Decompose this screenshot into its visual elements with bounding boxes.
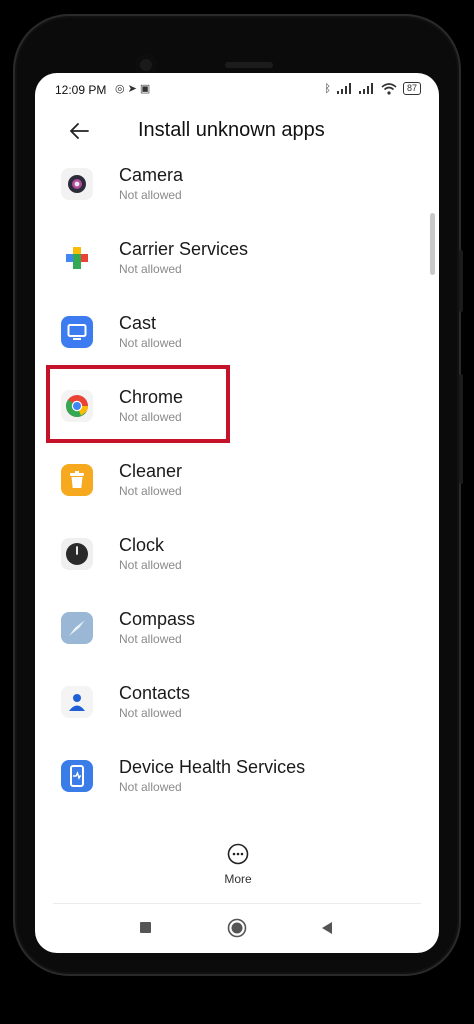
power-button [459, 374, 463, 484]
list-item-carrier-services[interactable]: Carrier Services Not allowed [35, 233, 439, 307]
earpiece-speaker [225, 62, 273, 68]
cast-icon [61, 316, 93, 348]
screen-icon: ▣ [139, 83, 154, 95]
carrier-services-icon [61, 242, 93, 274]
app-status: Not allowed [119, 410, 182, 424]
status-right-icons: ᛒ 87 [324, 82, 421, 95]
app-status: Not allowed [119, 632, 182, 646]
home-circle-icon[interactable] [227, 918, 247, 938]
telegram-icon: ➤ [127, 83, 140, 95]
compass-icon [61, 612, 93, 644]
scrollbar[interactable] [430, 213, 435, 275]
app-status: Not allowed [119, 262, 182, 276]
camera-icon [61, 168, 93, 200]
app-status: Not allowed [119, 780, 182, 794]
app-status: Not allowed [119, 336, 182, 350]
list-item-chrome[interactable]: Chrome Not allowed [35, 381, 439, 455]
app-name: Carrier Services [119, 239, 249, 259]
page-title: Install unknown apps [138, 119, 325, 141]
app-status: Not allowed [119, 188, 182, 202]
app-name: Cleaner [119, 461, 183, 481]
back-arrow-icon[interactable] [67, 119, 91, 143]
divider [53, 903, 421, 904]
navigation-bar [35, 909, 439, 953]
app-name: Cast [119, 313, 157, 333]
clock-icon [61, 538, 93, 570]
list-item-clock[interactable]: Clock Not allowed [35, 529, 439, 603]
signal-icon [358, 83, 373, 94]
chrome-icon [61, 390, 93, 422]
list-item-cleaner[interactable]: Cleaner Not allowed [35, 455, 439, 529]
screen: 12:09 PM ◎➤▣ ᛒ 87 Install unknown apps C… [35, 73, 439, 953]
app-name: Device Health Services [119, 757, 306, 777]
header: Install unknown apps [35, 109, 439, 153]
app-name: Clock [119, 535, 165, 555]
list-item-device-health-services[interactable]: Device Health Services Not allowed [35, 751, 439, 825]
app-name: Chrome [119, 387, 184, 407]
app-status: Not allowed [119, 484, 182, 498]
more-icon [227, 843, 249, 865]
signal-icon [336, 83, 351, 94]
recents-square-icon[interactable] [139, 921, 153, 935]
more-label: More [224, 872, 252, 886]
back-triangle-icon[interactable] [320, 921, 334, 935]
contacts-icon [61, 686, 93, 718]
status-time: 12:09 PM [55, 83, 107, 97]
battery-indicator: 87 [402, 82, 421, 95]
status-left-icons: ◎➤▣ [115, 82, 153, 95]
bluetooth-icon: ᛒ [324, 82, 331, 95]
app-name: Contacts [119, 683, 191, 703]
app-name: Compass [119, 609, 196, 629]
list-item-compass[interactable]: Compass Not allowed [35, 603, 439, 677]
app-status: Not allowed [119, 706, 182, 720]
more-button[interactable]: More [213, 843, 263, 889]
device-health-icon [61, 760, 93, 792]
wifi-icon [381, 82, 397, 95]
app-status: Not allowed [119, 558, 182, 572]
app-name: Camera [119, 165, 184, 185]
volume-button [459, 250, 463, 312]
list-item-cast[interactable]: Cast Not allowed [35, 307, 439, 381]
list-item-contacts[interactable]: Contacts Not allowed [35, 677, 439, 751]
list-item-camera[interactable]: Camera Not allowed [35, 159, 439, 233]
cleaner-icon [61, 464, 93, 496]
status-bar: 12:09 PM ◎➤▣ ᛒ 87 [35, 73, 439, 107]
whatsapp-icon: ◎ [115, 83, 128, 95]
